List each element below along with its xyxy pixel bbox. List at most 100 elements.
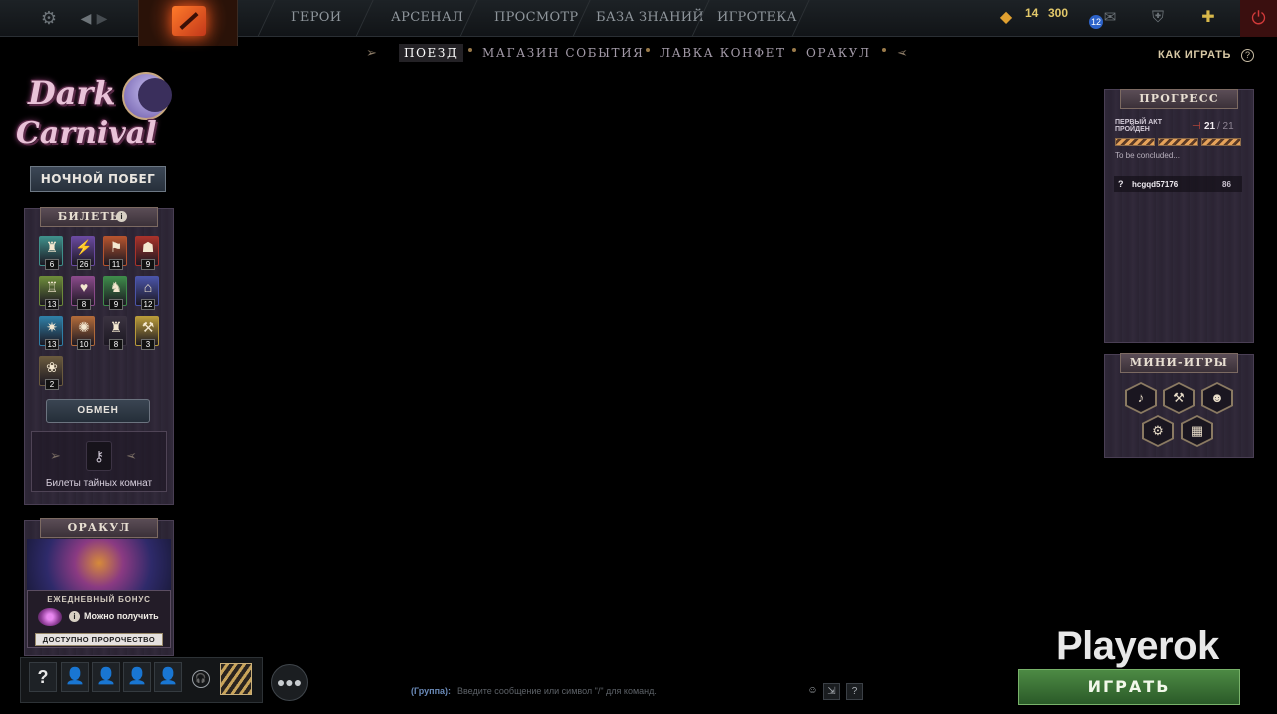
skull-game-icon: ☻ <box>1203 384 1231 412</box>
eye-icon <box>38 608 62 626</box>
tab-train[interactable]: ПОЕЗД <box>399 44 464 62</box>
watermark: Playerok <box>1056 624 1219 668</box>
how-to-play-link[interactable]: КАК ИГРАТЬ <box>1158 49 1231 61</box>
dota-logo-button[interactable] <box>138 0 238 46</box>
party-banner-button[interactable] <box>220 663 252 695</box>
tab-candy-shop[interactable]: ЛАВКА КОНФЕТ <box>660 46 786 60</box>
ticket-slot[interactable]: ☗ 9 <box>135 236 159 270</box>
currency-shards: 14 <box>1025 6 1039 20</box>
exchange-button[interactable]: ОБМЕН <box>46 399 150 423</box>
ticket-count: 12 <box>141 299 155 310</box>
ticket-count: 26 <box>77 259 91 270</box>
can-get-label: Можно получить <box>84 611 159 621</box>
nav-learn[interactable]: БАЗА ЗНАНИЙ <box>596 10 704 25</box>
party-slot-1[interactable]: 👤 <box>61 662 89 692</box>
daily-info-icon[interactable]: i <box>69 611 80 622</box>
mail-icon[interactable]: ✉ <box>1100 8 1120 28</box>
help-circle-icon[interactable]: ? <box>1241 49 1254 62</box>
chat-expand-icon[interactable]: ⇲ <box>823 683 840 700</box>
notification-badge: 12 <box>1089 15 1103 29</box>
progress-total: / 21 <box>1217 121 1234 132</box>
ticket-count: 8 <box>109 339 123 350</box>
party-slot-4[interactable]: 👤 <box>154 662 182 692</box>
ticket-count: 9 <box>141 259 155 270</box>
ticket-slot[interactable]: ⚑ 11 <box>103 236 127 270</box>
dota-logo-icon <box>172 6 206 36</box>
dark-carnival-logo: Dark Carnival <box>12 62 184 170</box>
nav-arcade[interactable]: ИГРОТЕКА <box>717 10 797 25</box>
secret-rooms-label: Билеты тайных комнат <box>45 478 153 489</box>
banner-ticket-icon: ⚑ <box>109 239 123 255</box>
ticket-slot[interactable]: ♖ 13 <box>39 276 63 310</box>
party-help-button[interactable]: ? <box>29 662 57 692</box>
player-rank: ? <box>1118 179 1124 189</box>
settings-gear-icon[interactable]: ⚙ <box>39 8 59 28</box>
logo-line-dark: Dark <box>28 74 116 112</box>
ticket-count: 13 <box>45 339 59 350</box>
dashboard-icon[interactable]: ⛨ <box>1148 8 1168 28</box>
mask-ticket-icon: ☗ <box>141 239 155 255</box>
ticket-slot[interactable]: ✷ 13 <box>39 316 63 350</box>
plus-subscription-icon[interactable]: ✚ <box>1198 8 1218 28</box>
first-act-label: ПЕРВЫЙ АКТ ПРОЙДЕН <box>1115 119 1163 133</box>
tickets-info-icon[interactable]: i <box>116 211 127 222</box>
ticket-slot[interactable]: ♞ 9 <box>103 276 127 310</box>
ticket-slot[interactable]: ⚒ 3 <box>135 316 159 350</box>
ticket-slot[interactable]: ♜ 6 <box>39 236 63 270</box>
chat-help-icon[interactable]: ? <box>846 683 863 700</box>
ticket-count: 8 <box>77 299 91 310</box>
ticket-slot[interactable]: ❀ 2 <box>39 356 63 390</box>
heart-ticket-icon: ♥ <box>79 279 89 295</box>
nav-armory[interactable]: АРСЕНАЛ <box>391 10 463 25</box>
ticket-count: 9 <box>109 299 123 310</box>
ticket-count: 2 <box>45 379 59 390</box>
logo-line-carnival: Carnival <box>16 116 157 151</box>
party-slot-3[interactable]: 👤 <box>123 662 151 692</box>
lightning-ticket-icon: ⚡ <box>75 239 93 255</box>
shield-ticket-icon: ✺ <box>78 319 90 335</box>
progress-segment-1 <box>1115 138 1155 146</box>
friends-icon[interactable]: ●●● <box>271 664 308 701</box>
boot-ticket-icon: ♞ <box>109 279 123 295</box>
play-button[interactable]: ИГРАТЬ <box>1018 669 1240 705</box>
chat-group-label: (Группа): <box>411 686 452 696</box>
ticket-slot[interactable]: ♜ 8 <box>103 316 127 350</box>
ticket-count: 6 <box>45 259 59 270</box>
secret-key-icon[interactable]: ⚷ <box>86 441 112 471</box>
nav-heroes[interactable]: ГЕРОИ <box>291 10 341 25</box>
ticket-count: 10 <box>77 339 91 350</box>
secret-right-ornament-icon: ➢ <box>126 448 137 463</box>
secret-left-ornament-icon: ➢ <box>50 448 61 463</box>
hammer-ticket-icon: ⚒ <box>141 319 155 335</box>
progress-title: ПРОГРЕСС <box>1120 89 1238 109</box>
tab-event-shop[interactable]: МАГАЗИН СОБЫТИЯ <box>482 46 644 60</box>
flowers-ticket-icon: ❀ <box>46 359 58 375</box>
currency-points: 300 <box>1048 6 1069 20</box>
emoji-icon[interactable]: ☺ <box>804 683 821 700</box>
progress-marker-icon: ⊣ <box>1192 121 1201 132</box>
prophecy-button[interactable]: ДОСТУПНО ПРОРОЧЕСТВО <box>35 633 163 646</box>
ticket-slot[interactable]: ♥ 8 <box>71 276 95 310</box>
ticket-count: 13 <box>45 299 59 310</box>
left-ornament-icon: ➢ <box>366 45 377 60</box>
ticket-count: 11 <box>109 259 123 270</box>
player-name: hcgqd57176 <box>1132 180 1179 189</box>
progress-segment-2 <box>1158 138 1198 146</box>
ticket-slot[interactable]: ✺ 10 <box>71 316 95 350</box>
ticket-slot[interactable]: ⚡ 26 <box>71 236 95 270</box>
gear-game-icon: ⚙ <box>1144 417 1172 445</box>
voice-chat-icon[interactable]: 🎧 <box>192 670 210 688</box>
chat-input[interactable]: Введите сообщение или символ "/" для ком… <box>457 686 657 696</box>
party-slot-2[interactable]: 👤 <box>92 662 120 692</box>
top-bar: ⚙ ◀ ▶ ГЕРОИ АРСЕНАЛ ПРОСМОТР БАЗА ЗНАНИЙ… <box>0 0 1277 46</box>
oracle-title: ОРАКУЛ <box>40 518 158 538</box>
tab-oracle[interactable]: ОРАКУЛ <box>806 46 871 60</box>
moon-icon <box>122 72 172 120</box>
power-icon[interactable]: ⏻ <box>1240 0 1277 37</box>
night-escape-banner: НОЧНОЙ ПОБЕГ <box>30 166 166 192</box>
battle-pass-icon[interactable]: ◆ <box>996 8 1016 28</box>
ticket-slot[interactable]: ⌂ 12 <box>135 276 159 310</box>
forward-arrow-icon[interactable]: ▶ <box>92 8 112 28</box>
ticket-count: 3 <box>141 339 155 350</box>
nav-watch[interactable]: ПРОСМОТР <box>494 10 578 25</box>
